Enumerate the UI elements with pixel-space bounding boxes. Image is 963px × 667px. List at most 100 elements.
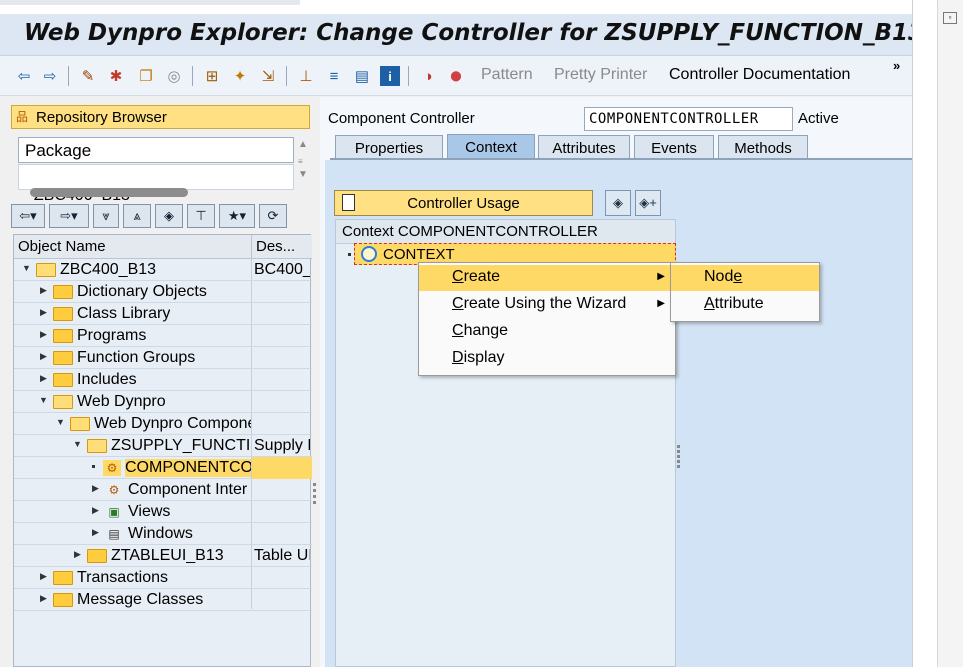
scroll-down-icon[interactable]: ▼ <box>298 169 308 180</box>
expanded-arrow-icon[interactable]: ▼ <box>22 263 31 273</box>
menu-item-create-wizard[interactable]: Create Using the Wizard ▶ <box>419 292 675 318</box>
activate-icon[interactable]: ✱ <box>106 66 126 86</box>
tree-label: Transactions <box>77 569 168 586</box>
tab-context[interactable]: Context <box>447 134 535 160</box>
tree-row-includes[interactable]: ▶ Includes <box>14 369 312 391</box>
glasses-icon[interactable]: ✎ <box>78 66 98 86</box>
scroll-grip-icon[interactable]: ≡ <box>298 157 303 166</box>
object-list-icon[interactable]: ⇲ <box>258 66 278 86</box>
tree-row-windows[interactable]: ▶ ▤ Windows <box>14 523 312 545</box>
copy-icon[interactable]: ❐ <box>136 66 156 86</box>
panel-splitter[interactable] <box>313 483 317 513</box>
tab-strip: Properties Context Attributes Events Met… <box>330 134 912 160</box>
column-separator[interactable] <box>251 235 252 259</box>
refresh-icon[interactable]: ⟳ <box>259 204 287 228</box>
tree-desc: Supply F <box>254 437 310 454</box>
collapse-icon[interactable]: ⩓ <box>123 204 151 228</box>
tree-row-views[interactable]: ▶ ▣ Views <box>14 501 312 523</box>
menu-icon[interactable]: ≡ <box>324 66 344 86</box>
collapsed-arrow-icon[interactable]: ▶ <box>92 527 99 538</box>
expanded-arrow-icon[interactable]: ▼ <box>56 417 65 427</box>
menu-item-attribute[interactable]: Attribute <box>671 292 819 318</box>
wand-icon[interactable]: ✦ <box>230 66 250 86</box>
collapsed-arrow-icon[interactable]: ▶ <box>92 483 99 494</box>
tree-row-componentcontroller[interactable]: ⚙ COMPONENTCON <box>14 457 312 479</box>
info-icon[interactable]: i <box>380 66 400 86</box>
scroll-up-icon[interactable]: ▲ <box>298 139 308 150</box>
horizontal-scrollbar[interactable] <box>30 188 188 197</box>
tree-row-transactions[interactable]: ▶ Transactions <box>14 567 312 589</box>
menu-item-change[interactable]: Change <box>419 319 675 345</box>
small-window-icon[interactable]: ▫ <box>943 12 957 24</box>
binoculars-icon[interactable]: ◈ <box>155 204 183 228</box>
collapsed-arrow-icon[interactable]: ▶ <box>40 373 47 384</box>
tree-icon[interactable]: ⊥ <box>296 66 316 86</box>
folder-open-icon <box>87 439 107 453</box>
tab-attributes[interactable]: Attributes <box>538 135 630 159</box>
tab-events[interactable]: Events <box>634 135 714 159</box>
collapsed-arrow-icon[interactable]: ▶ <box>40 329 47 340</box>
pretty-printer-button[interactable]: Pretty Printer <box>554 66 647 84</box>
collapsed-arrow-icon[interactable]: ▶ <box>40 593 47 604</box>
more-toolbar-button[interactable]: » <box>893 58 900 73</box>
context-splitter[interactable] <box>677 445 681 469</box>
menu-item-create[interactable]: Create ▶ <box>419 265 675 291</box>
tree-row-web-dynpro-components[interactable]: ▼ Web Dynpro Compone <box>14 413 312 435</box>
folder-open-icon <box>36 263 56 277</box>
favorites-button[interactable]: ★▾ <box>219 204 255 228</box>
package-scroll-arrows[interactable]: ▲ ≡ ▼ <box>294 137 312 189</box>
sap-icon[interactable]: ⬤ <box>446 66 466 86</box>
forward-arrow-icon[interactable]: ⇨ <box>40 66 60 86</box>
controller-documentation-button[interactable]: Controller Documentation <box>669 66 850 84</box>
menu-item-display[interactable]: Display <box>419 346 675 372</box>
tree-row-dictionary[interactable]: ▶ Dictionary Objects <box>14 281 312 303</box>
expanded-arrow-icon[interactable]: ▼ <box>73 439 82 449</box>
collapsed-arrow-icon[interactable]: ▶ <box>40 571 47 582</box>
tree-row-message-classes[interactable]: ▶ Message Classes <box>14 589 312 611</box>
tree-row-ztableui[interactable]: ▶ ZTABLEUI_B13 Table UI <box>14 545 312 567</box>
controller-icon: ⚙ <box>103 460 121 476</box>
tree-row-function-groups[interactable]: ▶ Function Groups <box>14 347 312 369</box>
collapsed-arrow-icon[interactable]: ▶ <box>40 285 47 296</box>
collapsed-arrow-icon[interactable]: ▶ <box>74 549 81 560</box>
tree-row-zbc400[interactable]: ▼ ZBC400_B13 BC400_A <box>14 259 312 281</box>
expand-icon[interactable]: ⩔ <box>93 204 119 228</box>
repository-browser-button[interactable]: 品 Repository Browser <box>11 105 310 129</box>
test-icon[interactable]: ◑ <box>418 66 438 86</box>
binoculars-icon[interactable]: ◈ <box>605 190 631 216</box>
tree-row-web-dynpro[interactable]: ▼ Web Dynpro <box>14 391 312 413</box>
tree-row-programs[interactable]: ▶ Programs <box>14 325 312 347</box>
folder-open-icon <box>53 395 73 409</box>
pattern-button[interactable]: Pattern <box>481 66 533 84</box>
window-title: Web Dynpro Explorer: Change Controller f… <box>24 20 924 46</box>
collapsed-arrow-icon[interactable]: ▶ <box>40 351 47 362</box>
nav-forward-button[interactable]: ⇨▾ <box>49 204 89 228</box>
tree-label: Views <box>128 503 171 520</box>
where-used-icon[interactable]: ◎ <box>164 66 184 86</box>
collapsed-arrow-icon[interactable]: ▶ <box>92 505 99 516</box>
hierarchy-icon[interactable]: ⊤ <box>187 204 215 228</box>
expanded-arrow-icon[interactable]: ▼ <box>39 395 48 405</box>
tree-row-class-library[interactable]: ▶ Class Library <box>14 303 312 325</box>
display-icon[interactable]: ▤ <box>352 66 372 86</box>
tree-row-component-interface[interactable]: ▶ ⚙ Component Inter <box>14 479 312 501</box>
object-name-input[interactable]: ZBC400 B13 <box>18 164 294 204</box>
tab-properties[interactable]: Properties <box>335 135 443 159</box>
context-node-icon <box>361 246 377 262</box>
tab-methods[interactable]: Methods <box>718 135 808 159</box>
mnemonic: C <box>452 295 464 312</box>
controller-name-field[interactable]: COMPONENTCONTROLLER <box>584 107 793 131</box>
tree-row-zsupply-function[interactable]: ▼ ZSUPPLY_FUNCTIC Supply F <box>14 435 312 457</box>
menu-item-node[interactable]: Node <box>671 265 819 291</box>
nav-back-button[interactable]: ⇦▾ <box>11 204 45 228</box>
folder-icon <box>87 549 107 563</box>
object-type-select[interactable]: Package <box>18 137 294 163</box>
controller-usage-button[interactable]: Controller Usage <box>334 190 593 216</box>
column-description[interactable]: Des... <box>256 238 295 255</box>
back-arrow-icon[interactable]: ⇦ <box>14 66 34 86</box>
column-object-name[interactable]: Object Name <box>18 238 106 255</box>
hierarchy-icon[interactable]: ⊞ <box>202 66 222 86</box>
object-type-value: Package <box>25 141 92 160</box>
collapsed-arrow-icon[interactable]: ▶ <box>40 307 47 318</box>
find-next-icon[interactable]: ◈+ <box>635 190 661 216</box>
